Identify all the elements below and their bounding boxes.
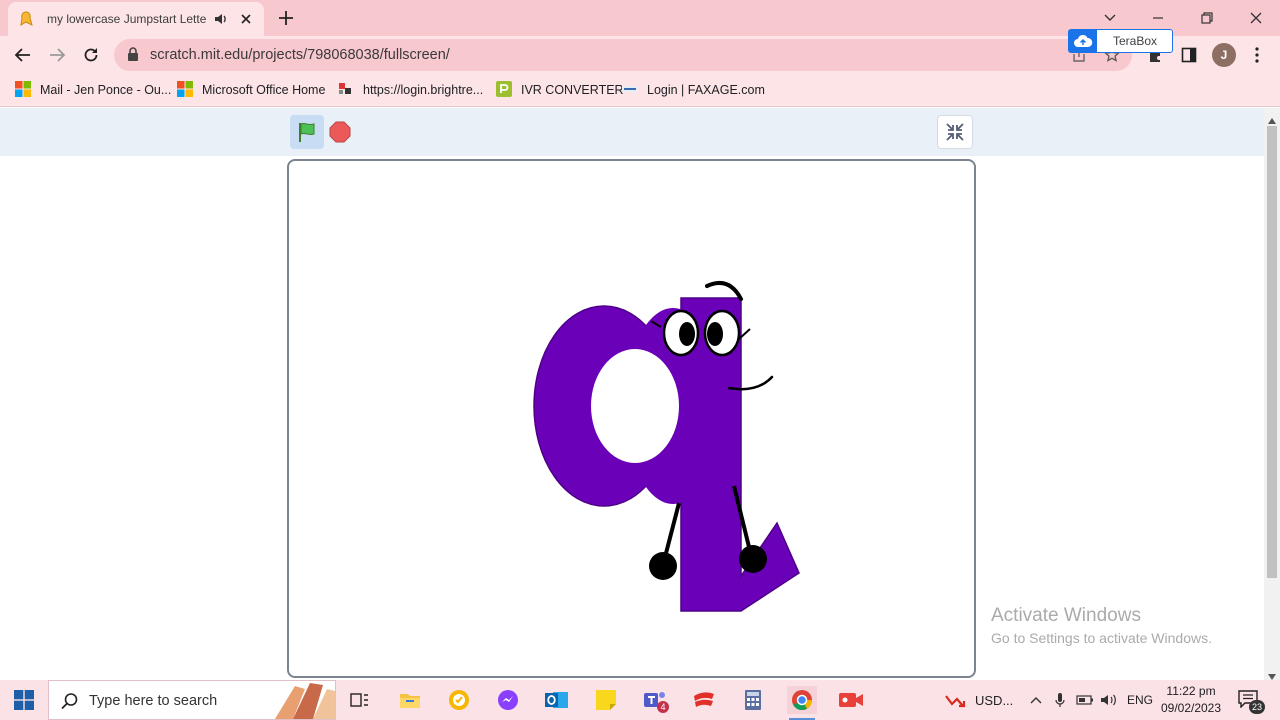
taskbar-search-box[interactable]: Type here to search <box>48 680 336 720</box>
bookmarks-bar: Mail - Jen Ponce - Ou... Microsoft Offic… <box>0 74 1280 107</box>
side-panel-icon[interactable] <box>1179 45 1199 65</box>
bookmark-label: IVR CONVERTER <box>521 83 624 97</box>
tab-title: my lowercase Jumpstart Letters <box>47 12 207 26</box>
bookmark-office-home[interactable]: Microsoft Office Home <box>177 80 326 100</box>
terabox-extension-chip[interactable]: TeraBox <box>1068 29 1173 53</box>
lowercase-q-character[interactable] <box>289 161 974 676</box>
lock-icon[interactable] <box>127 47 139 65</box>
chrome-icon[interactable] <box>787 686 817 720</box>
terabox-cloud-icon <box>1069 30 1097 52</box>
close-window-icon[interactable] <box>1246 8 1266 28</box>
new-tab-button[interactable] <box>276 8 296 31</box>
app-red-icon[interactable] <box>689 686 719 714</box>
green-flag-icon <box>299 122 315 142</box>
stock-trend-icon <box>945 695 966 708</box>
teams-badge: 4 <box>657 701 669 713</box>
terabox-label: TeraBox <box>1113 34 1158 48</box>
ivr-converter-icon <box>496 80 512 100</box>
show-hidden-icons-chevron-icon[interactable] <box>1030 680 1042 720</box>
activate-windows-watermark: Activate Windows Go to Settings to activ… <box>991 605 1212 646</box>
brightree-icon <box>338 81 354 100</box>
search-highlight-art <box>275 683 335 719</box>
exit-fullscreen-icon <box>946 123 964 141</box>
norton-icon[interactable] <box>444 686 474 714</box>
notification-count-badge: 23 <box>1249 700 1265 714</box>
close-tab-icon[interactable] <box>238 11 254 30</box>
video-recorder-icon[interactable] <box>836 686 866 714</box>
scratch-fullscreen-page <box>0 108 1264 680</box>
restore-window-icon[interactable] <box>1197 8 1217 28</box>
bookmark-label: Microsoft Office Home <box>202 83 326 97</box>
microphone-icon[interactable] <box>1055 680 1065 720</box>
bookmark-label: https://login.brightre... <box>363 83 484 97</box>
clock-date: 09/02/2023 <box>1160 701 1222 715</box>
watermark-subtitle: Go to Settings to activate Windows. <box>991 630 1212 646</box>
bookmark-mail[interactable]: Mail - Jen Ponce - Ou... <box>15 80 172 100</box>
clock-time: 11:22 pm <box>1166 684 1216 698</box>
scroll-up-arrow-icon[interactable] <box>1268 112 1276 127</box>
teams-icon[interactable]: 4 <box>640 686 670 714</box>
url-text[interactable]: scratch.mit.edu/projects/798068038/fulls… <box>150 47 450 63</box>
forward-arrow-icon[interactable] <box>47 45 67 65</box>
battery-icon[interactable] <box>1076 680 1094 720</box>
stage-header-bar <box>0 108 1264 156</box>
chrome-menu-kebab-icon[interactable] <box>1247 45 1267 65</box>
file-explorer-icon[interactable] <box>395 686 425 714</box>
volume-icon[interactable] <box>1100 680 1118 720</box>
windows-start-icon[interactable] <box>14 690 34 713</box>
bookmark-brightree[interactable]: https://login.brightre... <box>338 81 483 99</box>
sticky-notes-icon[interactable] <box>591 686 621 714</box>
profile-avatar[interactable]: J <box>1212 43 1236 67</box>
taskbar-clock[interactable]: 11:22 pm 09/02/2023 <box>1160 683 1222 717</box>
scrollbar-thumb[interactable] <box>1267 126 1277 578</box>
reload-icon[interactable] <box>81 45 101 65</box>
microsoft-logo-icon <box>177 80 193 100</box>
page-scrollbar[interactable] <box>1264 108 1280 680</box>
calculator-icon[interactable] <box>738 686 768 714</box>
exit-fullscreen-button[interactable] <box>937 115 973 149</box>
bookmark-faxage[interactable]: Login | FAXAGE.com <box>622 81 765 99</box>
bookmark-label: Login | FAXAGE.com <box>647 83 765 97</box>
minimize-window-icon[interactable] <box>1148 8 1168 28</box>
faxage-icon <box>622 81 638 100</box>
search-icon <box>61 692 79 713</box>
language-indicator[interactable]: ENG <box>1127 680 1153 720</box>
browser-tab-active[interactable]: my lowercase Jumpstart Letters <box>8 2 264 36</box>
eyebrow <box>705 281 743 301</box>
project-stage[interactable] <box>287 159 976 678</box>
windows-taskbar: Type here to search 4 USD... ENG 11:22 p… <box>0 680 1280 720</box>
watermark-title: Activate Windows <box>991 605 1141 626</box>
stop-button[interactable] <box>329 121 351 146</box>
bookmark-label: Mail - Jen Ponce - Ou... <box>40 83 172 97</box>
outlook-icon[interactable] <box>542 686 572 714</box>
green-flag-button[interactable] <box>290 115 324 149</box>
tab-search-chevron-icon[interactable] <box>1100 8 1120 28</box>
stop-icon <box>329 121 351 143</box>
notification-center-icon[interactable]: 23 <box>1238 690 1265 714</box>
messenger-icon[interactable] <box>493 686 523 714</box>
speaker-playing-icon[interactable] <box>213 11 229 30</box>
stock-label: USD... <box>975 692 1014 708</box>
bookmark-ivr-converter[interactable]: IVR CONVERTER <box>496 80 624 100</box>
scratch-favicon-icon <box>18 11 34 27</box>
microsoft-logo-icon <box>15 80 31 100</box>
back-arrow-icon[interactable] <box>13 45 33 65</box>
task-view-icon[interactable] <box>345 686 375 714</box>
stock-widget[interactable]: USD... <box>945 680 1013 720</box>
address-bar[interactable]: scratch.mit.edu/projects/798068038/fulls… <box>114 39 1132 71</box>
search-placeholder: Type here to search <box>89 693 218 709</box>
